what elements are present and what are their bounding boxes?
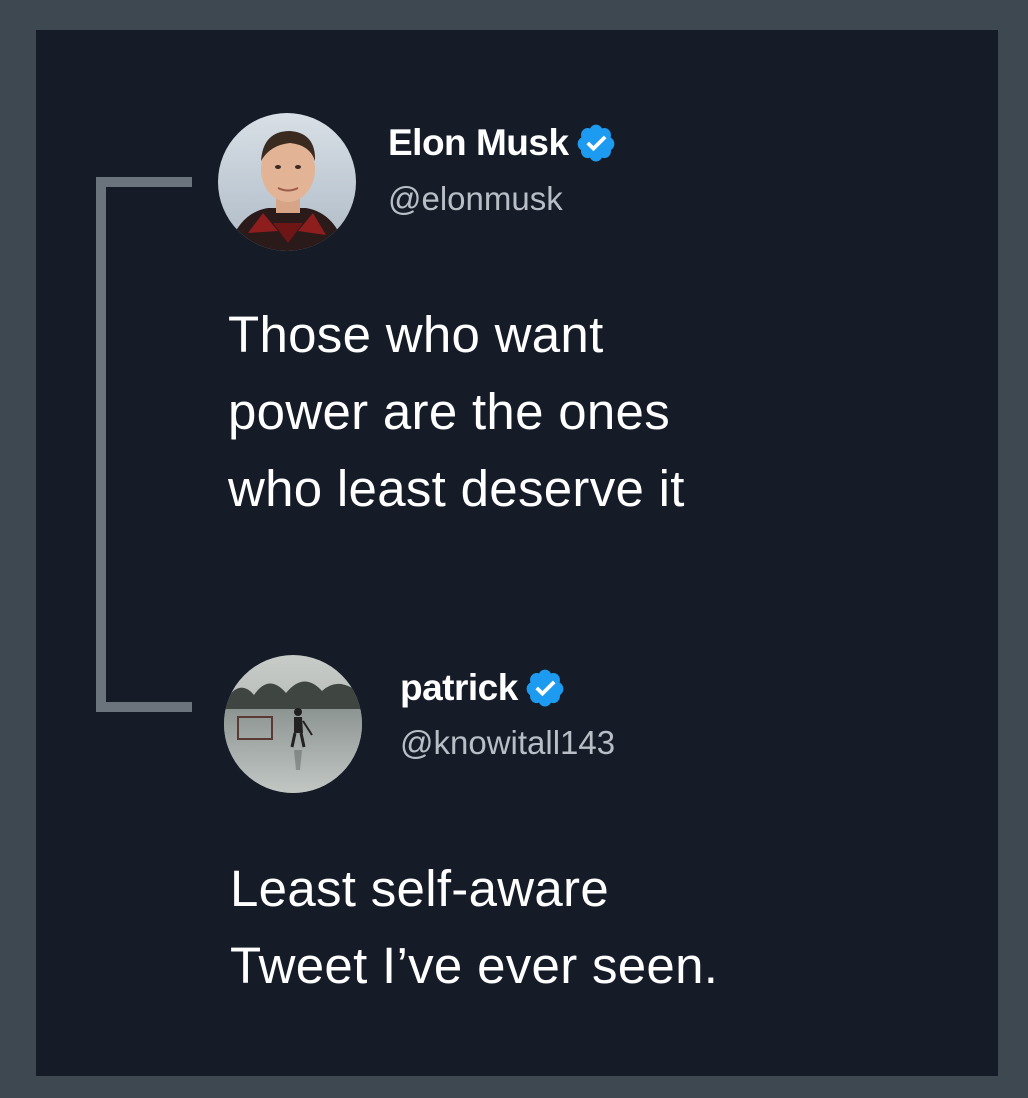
ice-skater-avatar[interactable] — [224, 655, 362, 793]
reply-tweet-body: Least self-aware Tweet I’ve ever seen. — [230, 860, 719, 994]
reply-thread-connector — [96, 177, 192, 712]
reply-author-handle[interactable]: @knowitall143 — [400, 724, 615, 762]
reply-author-name[interactable]: patrick — [400, 667, 518, 709]
reply-author-name-row[interactable]: patrick — [400, 665, 566, 711]
verified-badge-icon — [526, 669, 564, 707]
author-name[interactable]: Elon Musk — [388, 122, 569, 164]
tweet-body: Those who want power are the ones who le… — [228, 306, 685, 517]
author-name-row[interactable]: Elon Musk — [388, 120, 617, 166]
elon-musk-avatar[interactable] — [218, 113, 356, 251]
author-handle[interactable]: @elonmusk — [388, 180, 563, 218]
verified-badge-icon — [577, 124, 614, 162]
